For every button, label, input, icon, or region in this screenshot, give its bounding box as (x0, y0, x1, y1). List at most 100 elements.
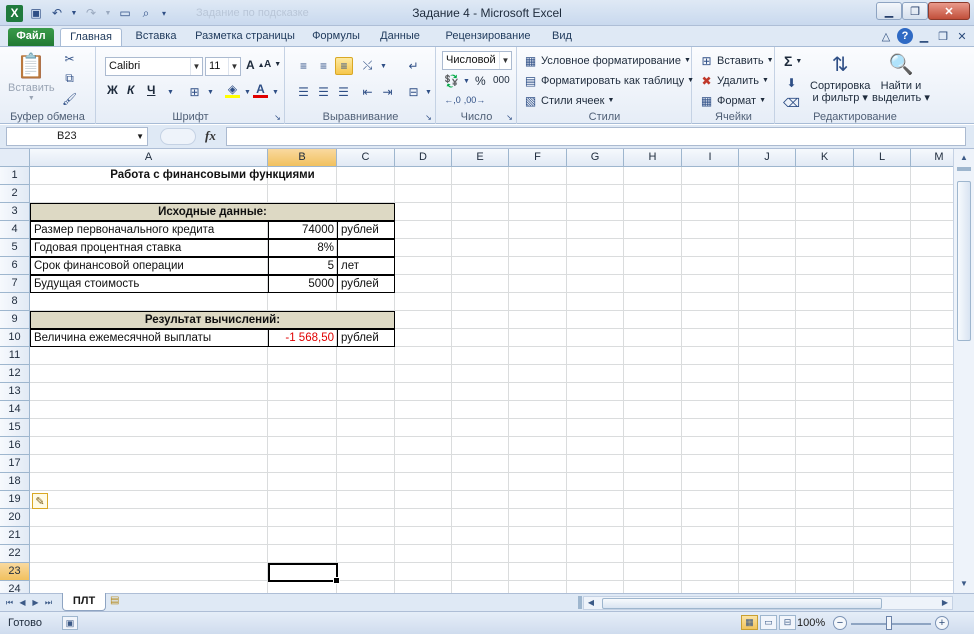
column-header-i[interactable]: I (682, 149, 739, 167)
row-header-15[interactable]: 15 (0, 419, 30, 437)
increase-indent-icon[interactable]: ⇥ (380, 84, 395, 99)
wrap-text-icon[interactable]: ↵ (406, 58, 421, 73)
first-sheet-icon[interactable]: ⏮ (4, 596, 15, 609)
value-cell[interactable]: 5000 (268, 275, 338, 293)
page-layout-view-button[interactable]: ▭ (760, 615, 777, 630)
result-label-cell[interactable]: Величина ежемесячной выплаты (30, 329, 269, 347)
row-header-9[interactable]: 9 (0, 311, 30, 329)
grow-font-button[interactable]: A ▲ (246, 58, 265, 72)
unit-cell[interactable] (337, 239, 395, 257)
merge-center-icon[interactable]: ⊟ (406, 84, 421, 99)
borders-icon[interactable]: ⊞ (187, 84, 202, 99)
next-sheet-icon[interactable]: ▶ (30, 596, 41, 609)
row-header-14[interactable]: 14 (0, 401, 30, 419)
tab-review[interactable]: Рецензирование (434, 28, 542, 46)
last-sheet-icon[interactable]: ⏭ (43, 596, 54, 609)
autosum-button[interactable]: Σ ▼ (784, 53, 802, 69)
dialog-launcher-icon[interactable]: ↘ (273, 113, 282, 122)
font-size-combo[interactable]: 11 ▼ (205, 57, 241, 76)
result-header[interactable]: Результат вычислений: (30, 311, 395, 329)
prev-sheet-icon[interactable]: ◀ (17, 596, 28, 609)
select-all-corner[interactable] (0, 149, 30, 167)
column-header-f[interactable]: F (509, 149, 567, 167)
help-icon[interactable]: ? (897, 28, 913, 44)
tab-view[interactable]: Вид (546, 28, 578, 46)
tab-home[interactable]: Главная (60, 28, 122, 46)
value-cell[interactable]: 8% (268, 239, 338, 257)
column-header-a[interactable]: A (30, 149, 268, 167)
row-header-19[interactable]: 19 (0, 491, 30, 509)
unit-cell[interactable]: рублей (337, 221, 395, 239)
source-data-header[interactable]: Исходные данные: (30, 203, 395, 221)
row-header-24[interactable]: 24 (0, 581, 30, 593)
underline-button[interactable]: Ч (147, 83, 155, 97)
name-box[interactable]: B23 ▼ (6, 127, 148, 146)
insert-cells-button[interactable]: ⊞ Вставить ▼ (699, 53, 773, 68)
align-center-icon[interactable]: ☰ (316, 84, 331, 99)
row-header-10[interactable]: 10 (0, 329, 30, 347)
tab-page-layout[interactable]: Разметка страницы (190, 28, 300, 46)
value-cell[interactable]: 5 (268, 257, 338, 275)
restore-button[interactable]: ❐ (902, 2, 928, 20)
unit-cell[interactable]: рублей (337, 275, 395, 293)
scroll-up-icon[interactable]: ▲ (956, 151, 972, 165)
font-color-dropdown-icon[interactable]: ▼ (268, 85, 283, 100)
row-header-6[interactable]: 6 (0, 257, 30, 275)
zoom-level[interactable]: 100% (797, 617, 825, 629)
column-header-j[interactable]: J (739, 149, 796, 167)
scroll-left-icon[interactable]: ◀ (584, 597, 598, 609)
increase-decimal-icon[interactable]: ←,0 (444, 92, 461, 107)
tab-split-handle[interactable] (578, 596, 582, 609)
value-cell[interactable]: 74000 (268, 221, 338, 239)
workbook-close-icon[interactable]: ✕ (954, 28, 970, 44)
format-cells-button[interactable]: ▦ Формат ▼ (699, 93, 766, 108)
zoom-in-button[interactable]: + (935, 616, 949, 630)
row-header-11[interactable]: 11 (0, 347, 30, 365)
result-value-cell[interactable]: -1 568,50 (268, 329, 338, 347)
row-header-16[interactable]: 16 (0, 437, 30, 455)
horizontal-scrollbar[interactable]: ◀ ▶ (583, 596, 953, 610)
bold-button[interactable]: Ж (107, 83, 118, 97)
row-header-5[interactable]: 5 (0, 239, 30, 257)
row-header-17[interactable]: 17 (0, 455, 30, 473)
unit-cell[interactable]: лет (337, 257, 395, 275)
vertical-scroll-thumb[interactable] (957, 181, 971, 341)
label-cell[interactable]: Срок финансовой операции (30, 257, 269, 275)
sheet-tab[interactable]: ПЛТ (62, 593, 106, 611)
label-cell[interactable]: Будущая стоимость (30, 275, 269, 293)
row-header-18[interactable]: 18 (0, 473, 30, 491)
number-format-combo[interactable]: Числовой ▼ (442, 51, 512, 70)
fill-color-icon[interactable]: ◈ (225, 82, 240, 98)
font-name-combo[interactable]: Calibri ▼ (105, 57, 203, 76)
row-header-4[interactable]: 4 (0, 221, 30, 239)
insert-function-icon[interactable]: fx (205, 128, 216, 144)
workbook-restore-icon[interactable]: ❐ (935, 28, 951, 44)
align-right-icon[interactable]: ☰ (336, 84, 351, 99)
page-break-view-button[interactable]: ⊟ (779, 615, 796, 630)
column-header-g[interactable]: G (567, 149, 624, 167)
shrink-font-button[interactable]: A ▼ (264, 59, 281, 70)
tab-insert[interactable]: Вставка (128, 28, 184, 46)
row-header-1[interactable]: 1 (0, 167, 30, 185)
fill-icon[interactable]: ⬇ (784, 75, 799, 90)
align-left-icon[interactable]: ☰ (296, 84, 311, 99)
column-header-d[interactable]: D (395, 149, 452, 167)
font-color-icon[interactable]: A (253, 82, 268, 98)
normal-view-button[interactable]: ▦ (741, 615, 758, 630)
cut-icon[interactable]: ✂ (62, 51, 77, 66)
result-unit-cell[interactable]: рублей (337, 329, 395, 347)
row-header-8[interactable]: 8 (0, 293, 30, 311)
label-cell[interactable]: Размер первоначального кредита (30, 221, 269, 239)
delete-cells-button[interactable]: ✖ Удалить ▼ (699, 73, 768, 88)
column-header-h[interactable]: H (624, 149, 682, 167)
scroll-down-icon[interactable]: ▼ (956, 577, 972, 591)
row-header-23[interactable]: 23 (0, 563, 30, 581)
conditional-formatting-button[interactable]: ▦ Условное форматирование ▼ (523, 53, 691, 68)
merge-dropdown-icon[interactable]: ▼ (421, 85, 436, 100)
row-header-13[interactable]: 13 (0, 383, 30, 401)
decrease-decimal-icon[interactable]: ,00→ (464, 92, 486, 107)
zoom-slider-thumb[interactable] (886, 616, 892, 630)
scroll-right-icon[interactable]: ▶ (938, 597, 952, 609)
thousands-separator-button[interactable]: 000 (493, 75, 510, 86)
row-header-22[interactable]: 22 (0, 545, 30, 563)
